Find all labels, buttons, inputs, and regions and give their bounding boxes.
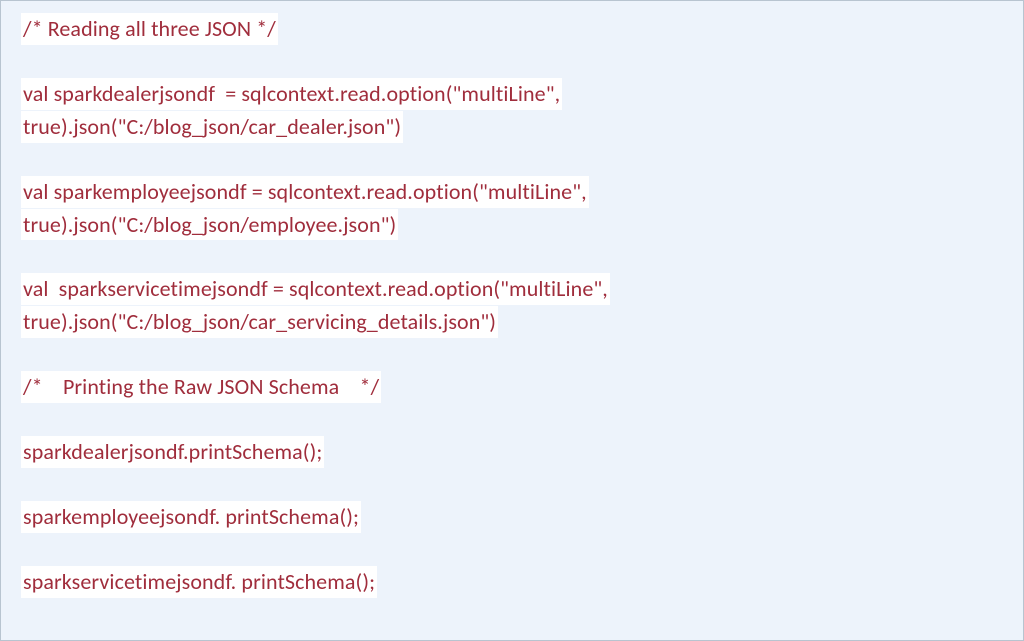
code-comment-print: /* Printing the Raw JSON Schema */ — [21, 371, 381, 403]
code-employee-decl: val sparkemployeejsondf = sqlcontext.rea… — [21, 176, 589, 208]
code-comment-read: /* Reading all three JSON */ — [21, 13, 278, 45]
blank-line — [21, 144, 1003, 176]
blank-line — [21, 46, 1003, 78]
blank-line — [21, 241, 1003, 273]
blank-line — [21, 534, 1003, 566]
blank-line — [21, 339, 1003, 371]
code-service-json: true).json("C:/blog_json/car_servicing_d… — [21, 306, 498, 338]
code-service-decl: val sparkservicetimejsondf = sqlcontext.… — [21, 273, 610, 305]
code-print-employee: sparkemployeejsondf. printSchema(); — [21, 501, 361, 533]
code-snippet-box: /* Reading all three JSON */ val sparkde… — [0, 0, 1024, 641]
blank-line — [21, 404, 1003, 436]
code-dealer-json: true).json("C:/blog_json/car_dealer.json… — [21, 111, 403, 143]
code-print-service: sparkservicetimejsondf. printSchema(); — [21, 566, 377, 598]
code-print-dealer: sparkdealerjsondf.printSchema(); — [21, 436, 324, 468]
code-dealer-decl: val sparkdealerjsondf = sqlcontext.read.… — [21, 78, 562, 110]
code-employee-json: true).json("C:/blog_json/employee.json") — [21, 209, 398, 241]
blank-line — [21, 469, 1003, 501]
